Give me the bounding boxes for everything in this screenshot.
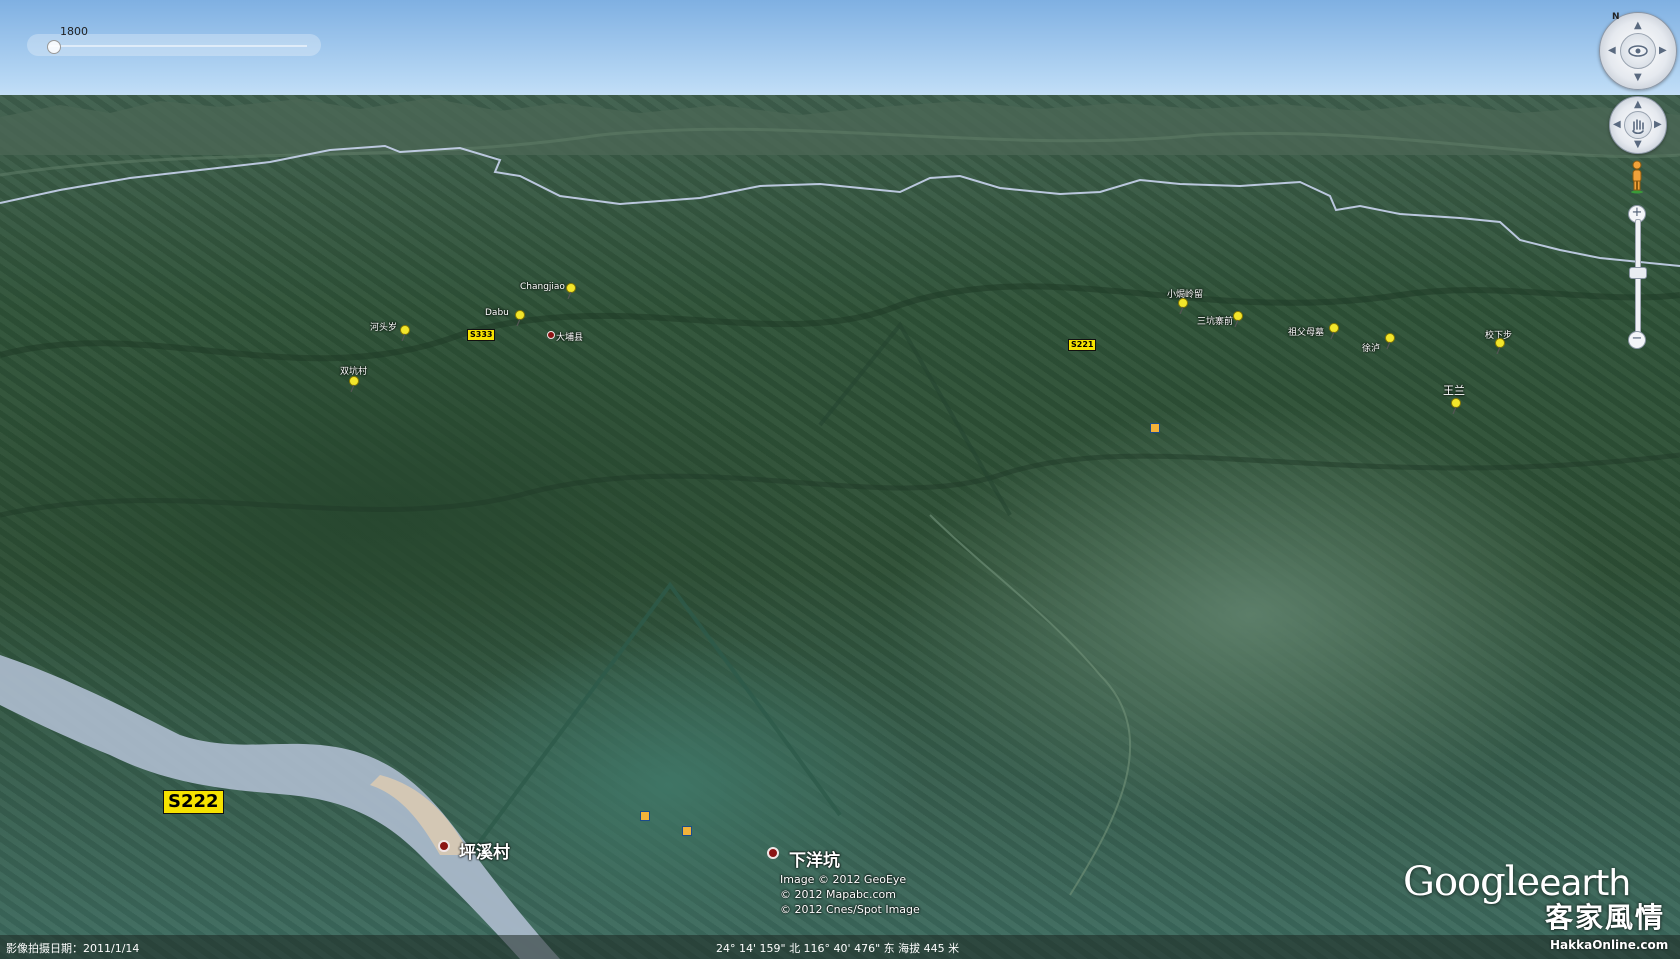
place-label-wangsan: 王兰: [1443, 384, 1465, 397]
pushpin-icon[interactable]: [1450, 398, 1462, 414]
place-label-pingxicun: 坪溪村: [459, 843, 510, 863]
look-navigation-control[interactable]: ▲ ▼ ◀ ▶: [1599, 12, 1677, 90]
poi-dot-icon[interactable]: [438, 840, 450, 852]
place-label-xuhu: 徐泸: [1362, 344, 1381, 354]
move-down-arrow-icon[interactable]: ▼: [1634, 140, 1642, 150]
north-indicator[interactable]: N: [1612, 12, 1620, 22]
look-up-arrow-icon[interactable]: ▲: [1634, 21, 1642, 31]
pushpin-icon[interactable]: [1384, 333, 1396, 349]
place-label-hetoulun: 河头岁: [370, 323, 398, 333]
look-joystick[interactable]: [1620, 33, 1656, 69]
road-shield-s333: S333: [467, 329, 496, 341]
copyright-line: © 2012 Mapabc.com: [780, 888, 896, 901]
look-down-arrow-icon[interactable]: ▼: [1634, 73, 1642, 83]
admin-border-layer: [0, 144, 1680, 267]
imagery-date: 影像拍摄日期：2011/1/14: [6, 942, 140, 955]
status-bar: 影像拍摄日期：2011/1/14 24° 14' 159" 北 116° 40'…: [0, 935, 1680, 959]
hand-icon: [1632, 119, 1644, 135]
place-label-xiayangkeng: 下洋坑: [789, 851, 840, 871]
place-label-dabu: Dabu: [485, 308, 509, 318]
place-label-dapuxian: 大埔县: [556, 333, 584, 343]
cursor-coordinates: 24° 14' 159" 北 116° 40' 476" 东 海拔 445 米: [716, 942, 960, 955]
watermark-url: HakkaOnline.com: [1550, 938, 1669, 952]
move-navigation-control[interactable]: ▲ ▼ ◀ ▶: [1609, 96, 1667, 154]
slider-knob[interactable]: [47, 40, 61, 54]
pushpin-icon[interactable]: [399, 325, 411, 341]
place-label-muzumu: 祖父母墓: [1288, 328, 1325, 338]
zoom-knob[interactable]: [1629, 267, 1647, 279]
copyright-line: Image © 2012 GeoEye: [780, 873, 907, 886]
zoom-control[interactable]: + −: [1628, 205, 1647, 349]
logo-google-text: Google: [1403, 859, 1540, 905]
road-shield-s222: S222: [163, 790, 224, 814]
street-view-pegman-icon[interactable]: [1629, 160, 1645, 194]
road-shield-s221: S221: [1068, 339, 1097, 351]
pushpin-icon[interactable]: [1232, 311, 1244, 327]
move-left-arrow-icon[interactable]: ◀: [1613, 120, 1621, 130]
globe-viewport[interactable]: Changjiao Dabu 河头岁 S333 大埔县 双坑村 小焗岭留 三坑寨…: [0, 0, 1680, 959]
place-label-shanlupu: 三坑寨前: [1197, 317, 1234, 327]
pushpin-icon[interactable]: [348, 376, 360, 392]
watermark-logo: 客家風情: [1545, 901, 1666, 934]
zoom-out-button[interactable]: −: [1628, 331, 1646, 349]
move-joystick[interactable]: [1624, 111, 1652, 139]
place-label-changjiao: Changjiao: [520, 282, 565, 292]
pushpin-icon[interactable]: [1328, 323, 1340, 339]
pushpin-icon[interactable]: [1494, 338, 1506, 354]
slider-track[interactable]: [49, 45, 307, 47]
poi-dot-icon[interactable]: [547, 331, 555, 339]
look-left-arrow-icon[interactable]: ◀: [1608, 46, 1616, 56]
pushpin-icon[interactable]: [565, 283, 577, 299]
photo-marker-icon[interactable]: [1150, 423, 1160, 433]
poi-dot-icon[interactable]: [767, 847, 779, 859]
look-right-arrow-icon[interactable]: ▶: [1659, 46, 1667, 56]
move-right-arrow-icon[interactable]: ▶: [1654, 120, 1662, 130]
photo-marker-icon[interactable]: [640, 811, 650, 821]
copyright-line: © 2012 Cnes/Spot Image: [780, 903, 920, 916]
time-slider-label: 1800: [60, 25, 88, 38]
pushpin-icon[interactable]: [1177, 298, 1189, 314]
move-up-arrow-icon[interactable]: ▲: [1634, 100, 1642, 110]
eye-icon: [1628, 45, 1648, 57]
pushpin-icon[interactable]: [514, 310, 526, 326]
imagery-copyright: Image © 2012 GeoEye © 2012 Mapabc.com © …: [780, 872, 920, 917]
photo-marker-icon[interactable]: [682, 826, 692, 836]
